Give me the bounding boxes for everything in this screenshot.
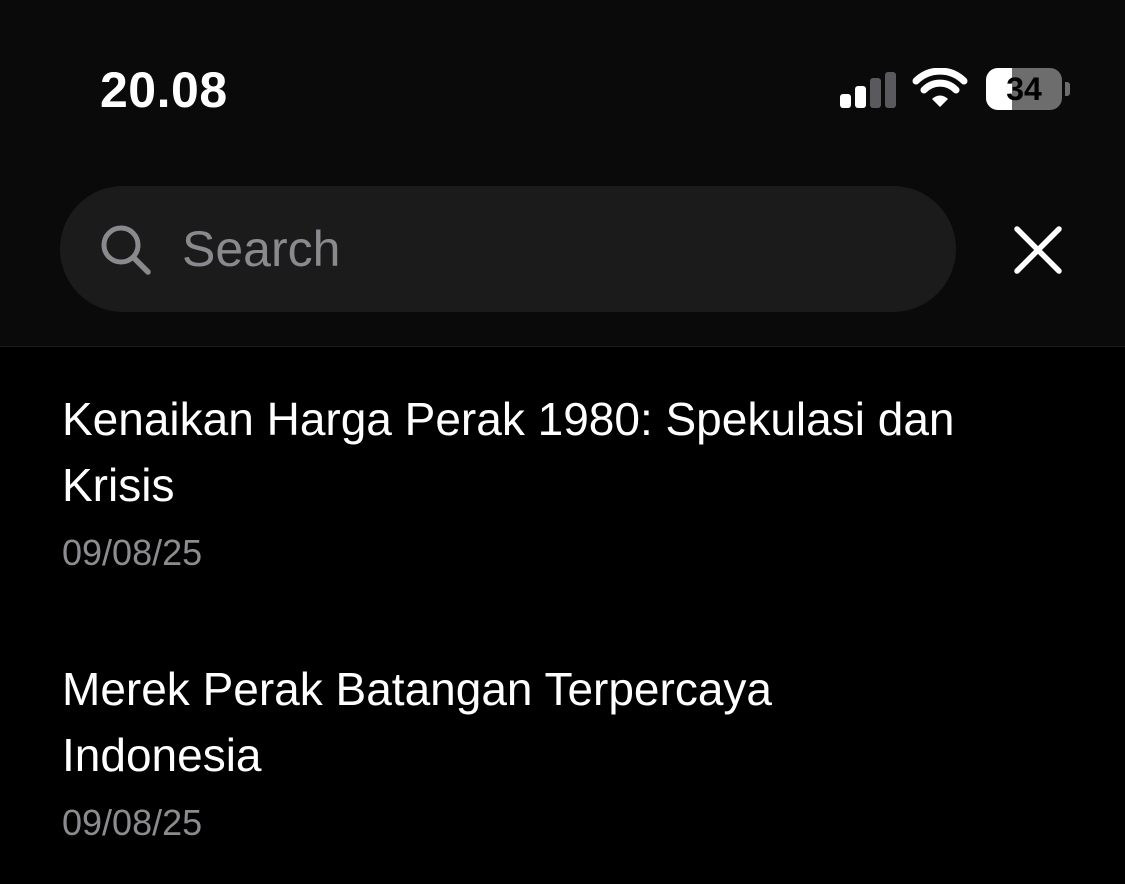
search-icon [101, 225, 151, 275]
result-date: 09/08/25 [62, 532, 203, 573]
cellular-signal-icon [840, 72, 900, 108]
list-item[interactable]: Kenaikan Harga Perak 1980: Spekulasi dan… [62, 386, 962, 574]
result-date: 09/08/25 [62, 802, 203, 843]
result-title: Kenaikan Harga Perak 1980: Spekulasi dan… [62, 393, 955, 511]
status-time: 20.08 [100, 62, 228, 118]
close-icon[interactable] [1004, 216, 1072, 284]
battery-percentage: 34 [1006, 71, 1042, 107]
result-title: Merek Perak Batangan Terpercaya Indonesi… [62, 663, 772, 781]
list-item[interactable]: Merek Perak Batangan Terpercaya Indonesi… [62, 656, 962, 844]
battery-icon: 34 [986, 68, 1070, 110]
search-input[interactable] [182, 216, 922, 282]
search-header: 20.08 34 [0, 0, 1125, 347]
wifi-icon [912, 68, 968, 107]
